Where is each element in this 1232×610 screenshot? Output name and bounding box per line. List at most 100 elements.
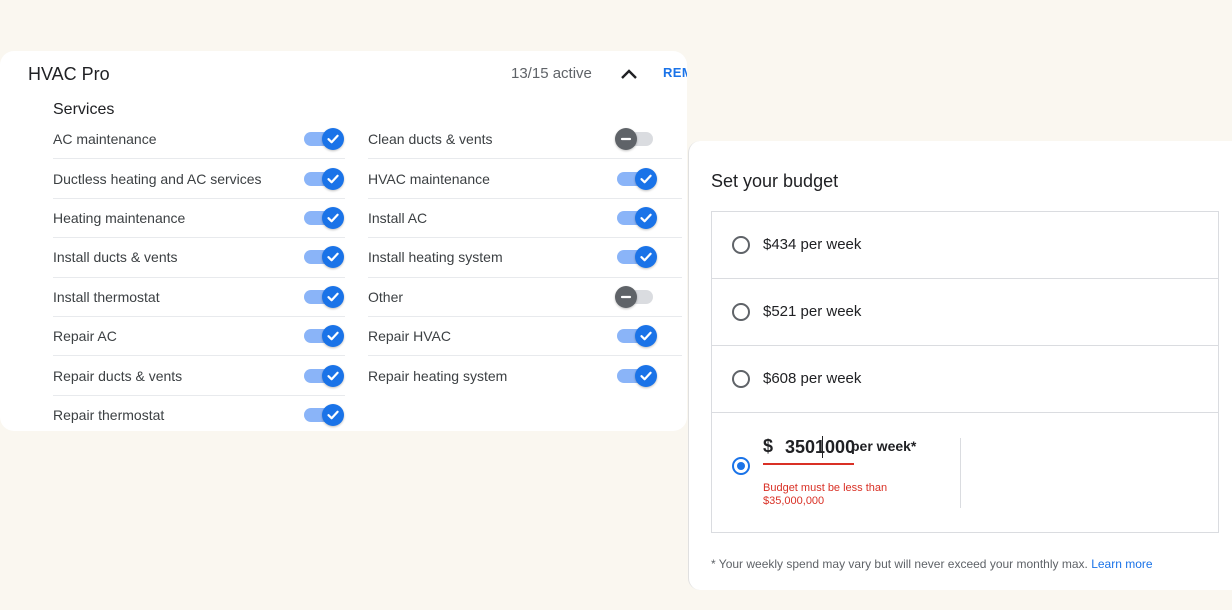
service-toggle-on[interactable] <box>304 404 344 427</box>
learn-more-link[interactable]: Learn more <box>1091 557 1152 571</box>
currency-symbol: $ <box>763 436 774 456</box>
toggle-knob <box>322 246 344 269</box>
error-underline <box>763 463 854 465</box>
service-row: Install heating system <box>368 238 682 278</box>
toggle-knob <box>322 404 344 427</box>
check-icon <box>327 134 339 144</box>
service-label: HVAC maintenance <box>368 170 490 187</box>
check-icon <box>327 213 339 223</box>
budget-footnote: * Your weekly spend may vary but will ne… <box>711 557 1153 571</box>
check-icon <box>327 292 339 302</box>
service-row: HVAC maintenance <box>368 159 682 199</box>
check-icon <box>327 331 339 341</box>
service-row: AC maintenance <box>53 120 345 160</box>
custom-budget-field: $ per week* Budget must be less than $35… <box>763 436 963 526</box>
budget-option-custom[interactable]: $ per week* Budget must be less than $35… <box>712 413 1218 533</box>
check-icon <box>640 213 652 223</box>
toggle-knob <box>322 128 344 151</box>
category-title: HVAC Pro <box>28 64 110 84</box>
budget-option-label: $521 per week <box>763 303 862 320</box>
service-label: Install ducts & vents <box>53 249 178 266</box>
check-icon <box>640 371 652 381</box>
service-row: Clean ducts & vents <box>368 120 682 160</box>
toggle-knob <box>322 364 344 387</box>
service-row: Install AC <box>368 199 682 239</box>
hvac-pro-card: HVAC Pro 13/15 active REMOVE Services AC… <box>0 51 687 431</box>
service-toggle-on[interactable] <box>304 325 344 348</box>
check-icon <box>327 174 339 183</box>
service-label: Install thermostat <box>53 288 160 305</box>
service-toggle-on[interactable] <box>304 364 344 387</box>
service-row: Repair thermostat <box>53 396 345 431</box>
active-count: 13/15 active <box>511 65 592 82</box>
service-label: AC maintenance <box>53 131 157 148</box>
check-icon <box>640 174 652 183</box>
toggle-knob <box>322 206 344 229</box>
toggle-knob <box>322 325 344 348</box>
footnote-text: * Your weekly spend may vary but will ne… <box>711 557 1088 571</box>
per-week-suffix: per week* <box>851 438 917 454</box>
radio-button[interactable] <box>732 236 750 254</box>
service-toggle-on[interactable] <box>617 246 657 269</box>
check-icon <box>327 371 339 380</box>
service-row: Repair AC <box>53 317 345 357</box>
service-toggle-off[interactable] <box>615 128 657 151</box>
toggle-knob <box>615 128 637 151</box>
toggle-knob <box>635 167 657 190</box>
budget-option-label: $434 per week <box>763 236 862 253</box>
budget-options: $434 per week $521 per week $608 per wee… <box>711 211 1219 533</box>
service-label: Repair heating system <box>368 368 508 385</box>
service-toggle-on[interactable] <box>304 128 344 151</box>
service-label: Heating maintenance <box>53 209 186 226</box>
service-label: Install AC <box>368 209 428 226</box>
service-row: Install ducts & vents <box>53 238 345 278</box>
budget-title: Set your budget <box>711 171 839 191</box>
minus-icon <box>620 138 632 141</box>
budget-option-1[interactable]: $434 per week <box>712 212 1218 279</box>
service-toggle-on[interactable] <box>617 167 657 190</box>
budget-option-3[interactable]: $608 per week <box>712 346 1218 413</box>
service-toggle-on[interactable] <box>617 365 657 388</box>
service-toggle-on[interactable] <box>304 206 344 229</box>
budget-option-label: $608 per week <box>763 370 862 387</box>
service-toggle-on[interactable] <box>304 246 344 269</box>
service-label: Repair HVAC <box>368 328 451 345</box>
services-column-right: Clean ducts & vents HVAC maintenance Insta… <box>368 120 682 396</box>
service-label: Repair thermostat <box>53 407 165 424</box>
service-row: Heating maintenance <box>53 199 345 239</box>
chevron-up-icon[interactable] <box>619 64 639 84</box>
toggle-knob <box>615 285 637 308</box>
remove-button[interactable]: REMOVE <box>663 65 687 80</box>
toggle-knob <box>635 246 657 269</box>
service-toggle-on[interactable] <box>617 206 657 229</box>
service-row: Repair ducts & vents <box>53 356 345 396</box>
service-label: Clean ducts & vents <box>368 131 493 148</box>
service-row: Repair HVAC <box>368 317 682 357</box>
service-toggle-on[interactable] <box>304 167 344 190</box>
check-icon <box>640 253 652 262</box>
radio-button[interactable] <box>732 303 750 321</box>
budget-amount-input[interactable] <box>785 436 855 458</box>
services-heading: Services <box>53 101 115 118</box>
toggle-knob <box>322 167 344 190</box>
budget-error-message: Budget must be less than $35,000,000 <box>763 482 888 507</box>
service-label: Repair AC <box>53 328 117 345</box>
toggle-knob <box>635 365 657 388</box>
check-icon <box>327 411 339 420</box>
check-icon <box>640 331 652 341</box>
toggle-knob <box>322 285 344 308</box>
radio-button-selected[interactable] <box>732 457 750 475</box>
minus-icon <box>620 295 632 298</box>
service-row: Other <box>368 278 682 317</box>
service-label: Repair ducts & vents <box>53 367 183 384</box>
toggle-knob <box>635 325 657 348</box>
service-toggle-off[interactable] <box>615 285 657 308</box>
service-row: Repair heating system <box>368 356 682 395</box>
service-toggle-on[interactable] <box>304 285 344 308</box>
services-column-left: AC maintenance Ductless heating and AC se… <box>53 120 345 431</box>
radio-button[interactable] <box>732 370 750 388</box>
toggle-knob <box>635 206 657 229</box>
text-cursor <box>822 436 823 458</box>
service-toggle-on[interactable] <box>617 325 657 348</box>
budget-option-2[interactable]: $521 per week <box>712 279 1218 346</box>
